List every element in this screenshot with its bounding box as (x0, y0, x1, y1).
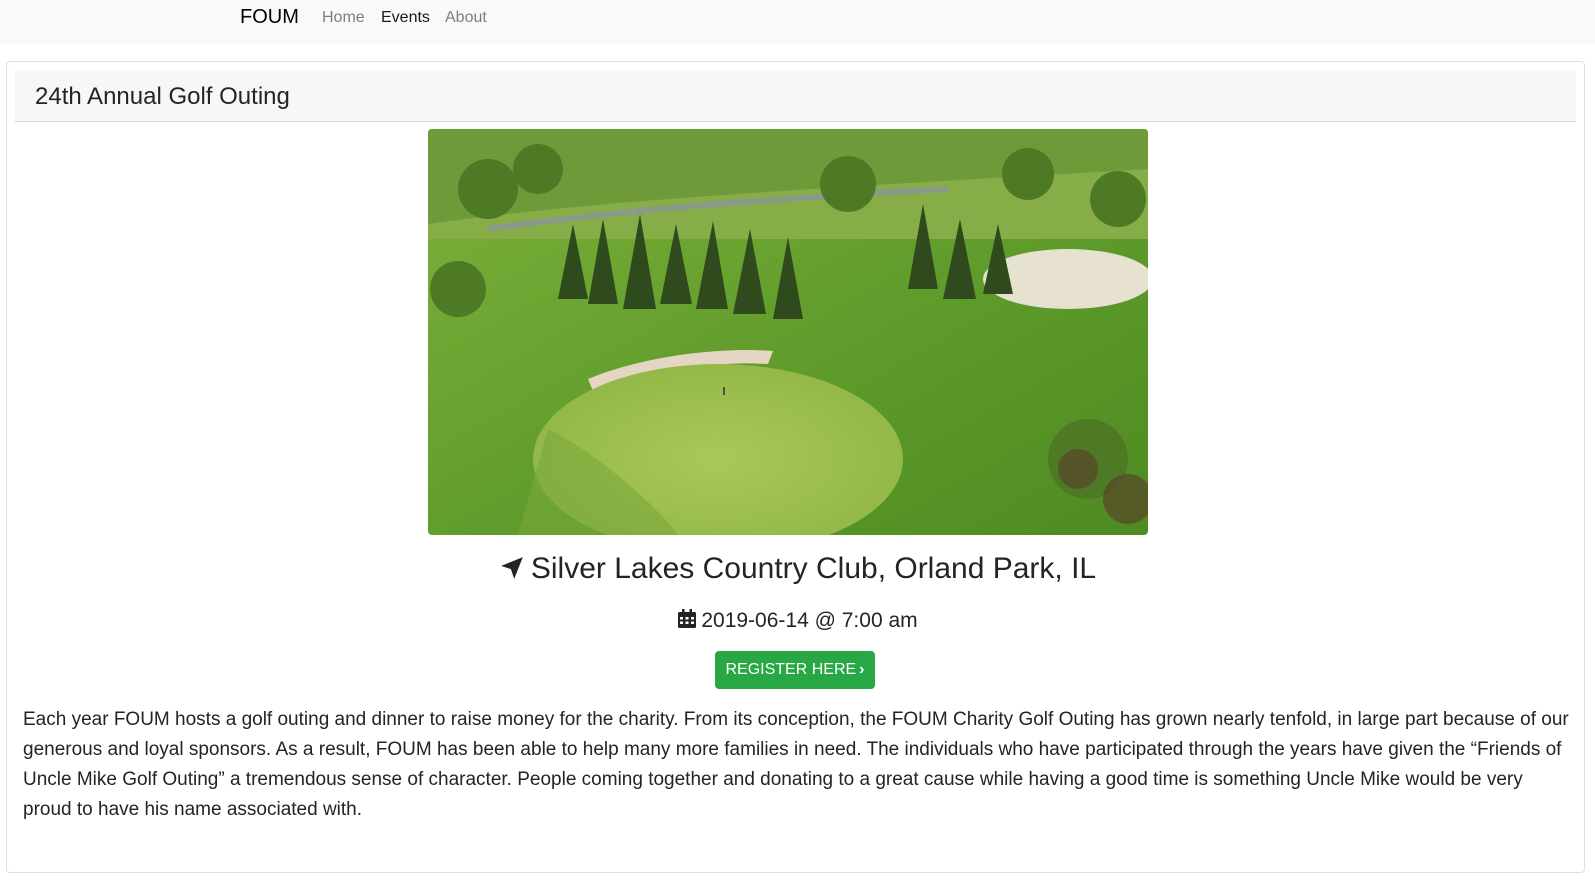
event-location: Silver Lakes Country Club, Orland Park, … (0, 552, 1595, 586)
nav-link-home[interactable]: Home (322, 9, 365, 27)
chevron-right-icon: › (859, 661, 865, 678)
event-image (428, 129, 1148, 535)
calendar-icon (677, 609, 701, 632)
nav-link-about[interactable]: About (445, 9, 487, 27)
register-button[interactable]: REGISTER HERE › (715, 651, 875, 689)
nav-link-events[interactable]: Events (381, 9, 430, 27)
event-title: 24th Annual Golf Outing (35, 83, 290, 110)
brand-link[interactable]: FOUM (240, 6, 299, 29)
datetime-text: 2019-06-14 @ 7:00 am (701, 609, 918, 632)
navbar: FOUM Home Events About (0, 0, 1595, 44)
event-description: Each year FOUM hosts a golf outing and d… (23, 709, 1569, 820)
card-header: 24th Annual Golf Outing (15, 70, 1576, 122)
location-text: Silver Lakes Country Club, Orland Park, … (530, 552, 1097, 585)
location-arrow-icon (499, 552, 531, 585)
register-label: REGISTER HERE (725, 661, 857, 678)
event-datetime: 2019-06-14 @ 7:00 am (0, 609, 1595, 633)
